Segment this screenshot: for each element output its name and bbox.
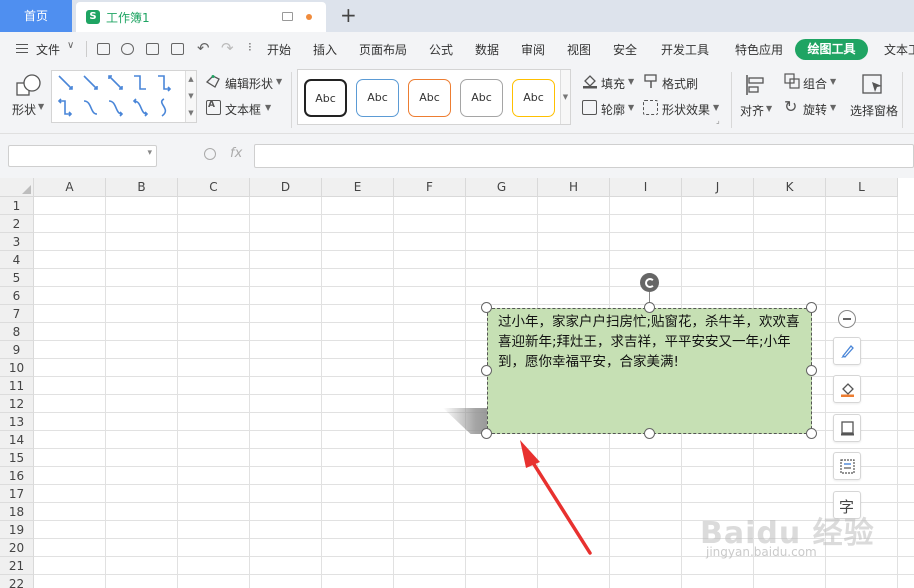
spreadsheet-app: 首页 S 工作簿1 + 文件 ∨ ↶ ↷ ⁝ 开始 插入 页面布局 公式 数据 … — [0, 0, 914, 588]
watermark-url: jingyan.baidu.com — [706, 545, 817, 559]
annotation-arrow — [520, 440, 592, 555]
